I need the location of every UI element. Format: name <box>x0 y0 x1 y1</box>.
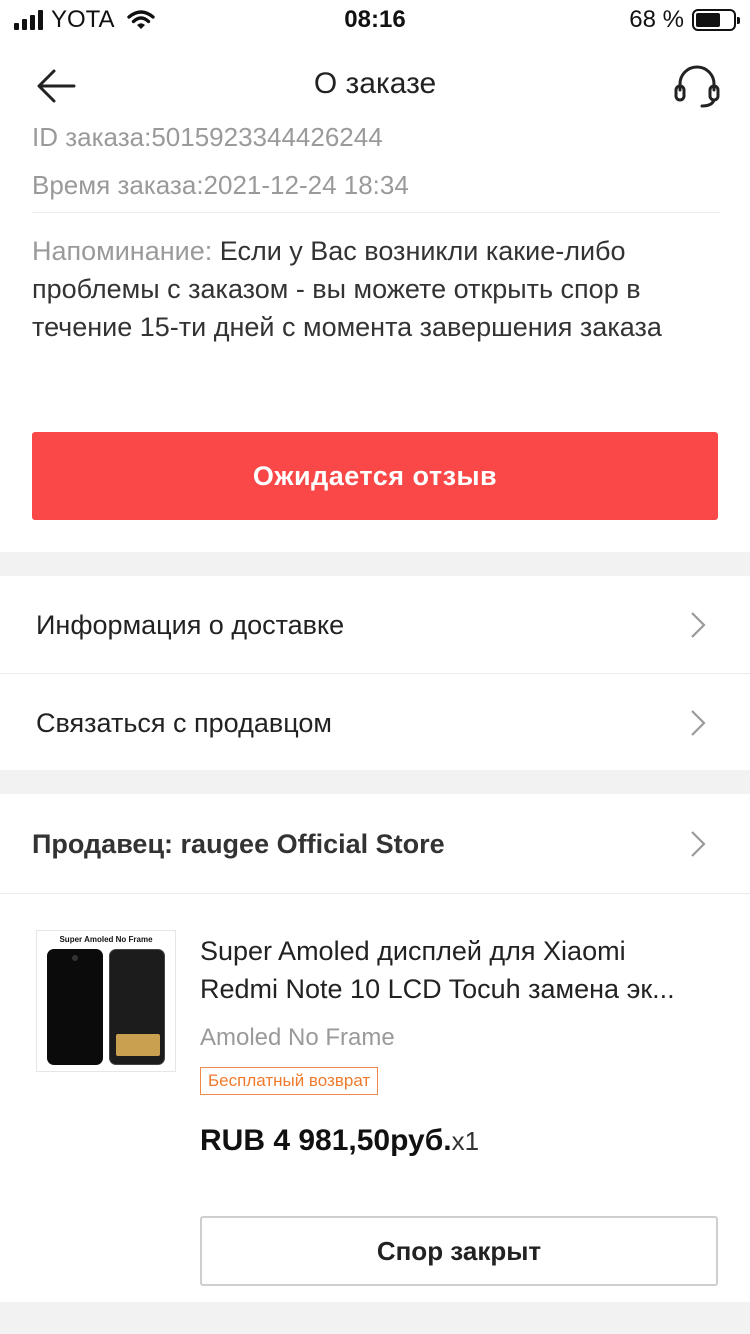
product-price: RUB 4 981,50руб.x1 <box>200 1124 479 1158</box>
chevron-right-icon <box>691 710 706 736</box>
product-title-line1: Super Amoled дисплей для Xiaomi <box>200 936 626 966</box>
delivery-info-row[interactable]: Информация о доставке <box>0 577 750 673</box>
seller-label: Продавец: raugee Official Store <box>32 828 445 859</box>
section-gap <box>0 1302 750 1334</box>
awaiting-review-button[interactable]: Ожидается отзыв <box>32 432 718 520</box>
product-variant: Amoled No Frame <box>200 1024 395 1051</box>
battery-icon <box>692 9 740 31</box>
divider <box>0 893 750 894</box>
contact-seller-row[interactable]: Связаться с продавцом <box>0 675 750 771</box>
product-title[interactable]: Super Amoled дисплей для Xiaomi Redmi No… <box>200 932 720 1008</box>
battery-percent: 68 % <box>629 6 684 33</box>
free-return-badge: Бесплатный возврат <box>200 1067 379 1095</box>
price-value: RUB 4 981,50руб. <box>200 1124 452 1157</box>
headset-icon[interactable] <box>672 62 722 108</box>
seller-row[interactable]: Продавец: raugee Official Store <box>0 796 750 892</box>
chevron-right-icon <box>691 831 706 857</box>
dispute-closed-button[interactable]: Спор закрыт <box>200 1216 718 1286</box>
phone-back-image <box>109 949 165 1065</box>
product-image[interactable]: Super Amoled No Frame <box>36 930 176 1072</box>
section-gap <box>0 552 750 576</box>
divider <box>32 212 720 213</box>
section-gap <box>0 770 750 794</box>
chevron-right-icon <box>691 612 706 638</box>
order-time: Время заказа:2021-12-24 18:34 <box>32 170 409 200</box>
page-title: О заказе <box>313 67 437 100</box>
phone-front-image <box>47 949 103 1065</box>
status-bar: YOTA 08:16 68 % <box>0 0 750 42</box>
delivery-info-label: Информация о доставке <box>36 609 345 640</box>
divider <box>0 673 750 674</box>
status-right: 68 % <box>629 6 740 34</box>
battery-fill <box>696 13 721 27</box>
nav-bar: О заказе <box>0 52 750 118</box>
product-image-label: Super Amoled No Frame <box>59 935 153 944</box>
order-id: ID заказа:5015923344426244 <box>32 122 383 152</box>
quantity: x1 <box>451 1126 480 1156</box>
reminder: Напоминание: Если у Вас возникли какие-л… <box>32 232 722 346</box>
reminder-label: Напоминание: <box>32 236 220 266</box>
product-title-line2: Redmi Note 10 LCD Tocuh замена эк... <box>200 974 675 1004</box>
contact-seller-label: Связаться с продавцом <box>36 707 332 738</box>
